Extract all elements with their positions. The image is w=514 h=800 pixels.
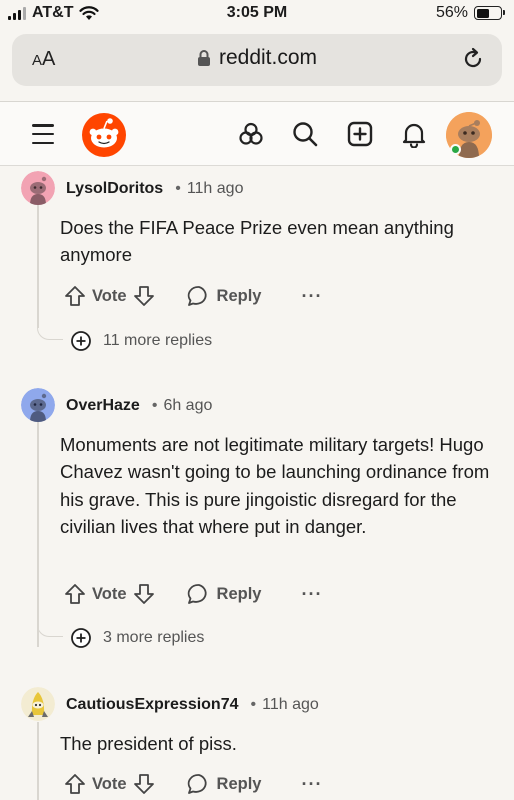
comment-body: Monuments are not legitimate military ta… [60, 434, 490, 537]
more-options-icon[interactable]: ··· [301, 774, 322, 795]
comment-actions: Vote Reply ··· [64, 579, 322, 609]
comment-actions: Vote Reply ··· [64, 769, 322, 799]
vote-label: Vote [92, 584, 127, 603]
reply-icon [187, 286, 207, 306]
timestamp: 11h ago [262, 696, 319, 713]
timestamp: 6h ago [163, 397, 213, 414]
thread-connector [37, 623, 63, 637]
status-right: 56% [435, 4, 505, 22]
status-bar: AT&T 3:05 PM 56% [0, 0, 514, 30]
reply-icon [187, 774, 207, 794]
more-replies-button[interactable]: 3 more replies [70, 627, 204, 649]
timestamp: 11h ago [186, 180, 244, 197]
menu-icon[interactable] [32, 124, 54, 144]
explore-icon[interactable] [237, 120, 265, 148]
vote-group: Vote [64, 773, 155, 795]
upvote-icon[interactable] [64, 773, 86, 795]
thread-connector [37, 326, 63, 340]
reply-label: Reply [216, 584, 262, 603]
thread-line [37, 421, 39, 647]
browser-address-bar[interactable]: AA reddit.com [12, 34, 502, 86]
reddit-header [0, 102, 514, 166]
expand-icon [71, 628, 91, 648]
comment-body: Does the FIFA Peace Prize even mean anyt… [60, 217, 454, 266]
comment-header: LysolDoritos • 11h ago [66, 180, 244, 197]
url-display[interactable]: reddit.com [12, 46, 502, 70]
username[interactable]: CautiousExpression74 [66, 696, 239, 713]
downvote-icon[interactable] [133, 285, 155, 307]
downvote-icon[interactable] [133, 773, 155, 795]
comment-header: CautiousExpression74 • 11h ago [66, 696, 319, 713]
more-replies-button[interactable]: 11 more replies [70, 330, 212, 352]
vote-label: Vote [92, 774, 127, 793]
downvote-icon[interactable] [133, 583, 155, 605]
url-text: reddit.com [218, 46, 318, 69]
vote-label: Vote [92, 286, 127, 305]
create-post-icon[interactable] [346, 120, 374, 148]
reply-button[interactable]: Reply [187, 773, 262, 795]
more-replies-label: 3 more replies [103, 629, 205, 646]
comment-body: The president of piss. [60, 733, 237, 754]
reply-icon [187, 584, 207, 604]
thread-line [37, 202, 39, 328]
avatar[interactable] [21, 388, 55, 422]
notifications-icon[interactable] [400, 120, 428, 148]
more-options-icon[interactable]: ··· [301, 584, 322, 605]
search-icon[interactable] [291, 120, 319, 148]
avatar[interactable] [21, 687, 55, 721]
upvote-icon[interactable] [64, 285, 86, 307]
lock-icon [197, 50, 210, 66]
battery-icon [474, 6, 505, 20]
reply-label: Reply [216, 286, 262, 305]
username[interactable]: LysolDoritos [66, 180, 163, 197]
more-options-icon[interactable]: ··· [301, 286, 322, 307]
username[interactable]: OverHaze [66, 397, 140, 414]
reply-button[interactable]: Reply [187, 583, 262, 605]
vote-group: Vote [64, 583, 155, 605]
vote-group: Vote [64, 285, 155, 307]
comment-actions: Vote Reply ··· [64, 281, 322, 311]
avatar[interactable] [21, 171, 55, 205]
more-replies-label: 11 more replies [103, 332, 213, 349]
online-status-dot [450, 144, 461, 155]
reply-label: Reply [216, 774, 262, 793]
upvote-icon[interactable] [64, 583, 86, 605]
comment-header: OverHaze • 6h ago [66, 397, 213, 414]
thread-line [37, 722, 39, 800]
reply-button[interactable]: Reply [187, 285, 262, 307]
reddit-logo[interactable] [80, 111, 128, 159]
battery-percent: 56% [435, 4, 468, 21]
expand-icon [71, 331, 91, 351]
reload-icon[interactable] [460, 46, 486, 72]
